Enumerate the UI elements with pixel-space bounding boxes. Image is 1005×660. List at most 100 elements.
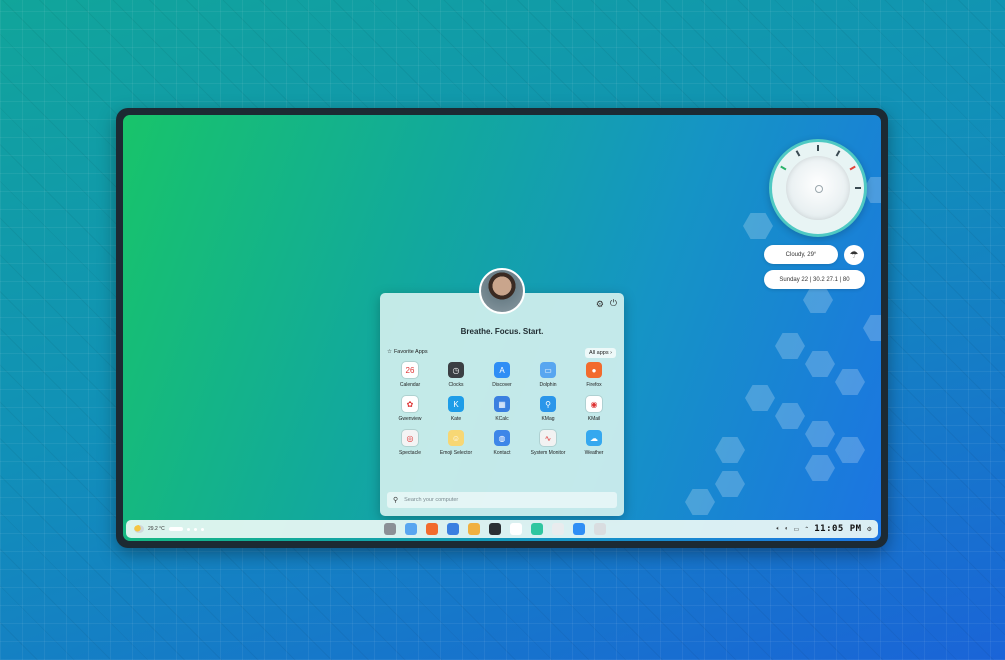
power-icon[interactable]: ⏻	[610, 298, 617, 309]
app-label: Clocks	[448, 382, 464, 388]
hex-decoration	[745, 385, 775, 411]
app-system-monitor[interactable]: ∿ System Monitor	[525, 430, 571, 456]
app-kontact[interactable]: ◍ Kontact	[479, 430, 525, 456]
app-firefox[interactable]: ● Firefox	[571, 362, 617, 388]
kcalc-icon: ▦	[494, 396, 510, 412]
weather-pill[interactable]: Cloudy, 29°	[764, 245, 838, 264]
user-avatar[interactable]	[479, 268, 525, 314]
taskbar-apps	[384, 520, 606, 538]
app-label: Firefox	[586, 382, 602, 388]
clock-tick	[835, 150, 841, 157]
clock-tick	[780, 165, 787, 171]
desktop: Cloudy, 29° ☂ Sunday 22 | 30.2 27.1 | 80…	[123, 115, 881, 541]
clock-icon: ◷	[448, 362, 464, 378]
app-clocks[interactable]: ◷ Clocks	[433, 362, 479, 388]
folder-icon: ▭	[540, 362, 556, 378]
favorite-apps-label: Favorite Apps	[393, 349, 428, 355]
app-label: Calendar	[399, 382, 421, 388]
hex-decoration	[805, 455, 835, 481]
clock-tick	[795, 150, 801, 157]
app-label: Kate	[450, 416, 462, 422]
favorite-apps-header: ☆ Favorite Apps	[387, 349, 428, 355]
app-dolphin[interactable]: ▭ Dolphin	[525, 362, 571, 388]
hex-decoration	[743, 213, 773, 239]
gwenview-icon[interactable]	[468, 523, 480, 535]
all-apps-button[interactable]: All apps ›	[585, 348, 616, 358]
battery-icon[interactable]: ▭	[794, 526, 800, 533]
app-label: Gwenview	[398, 416, 422, 422]
firefox-icon[interactable]	[426, 523, 438, 535]
hex-decoration	[805, 421, 835, 447]
taskbar-clock[interactable]: 11:05 PM	[814, 524, 861, 534]
system-tray: 🔈︎ ◐ ▭ ⌃ 11:05 PM ⚙	[776, 520, 872, 538]
settings-app-icon[interactable]	[594, 523, 606, 535]
power-settings-icon[interactable]: ⚙	[867, 526, 872, 533]
app-kmail[interactable]: ◉ KMail	[571, 396, 617, 422]
chevron-up-icon[interactable]: ⌃	[804, 526, 809, 533]
weather-toggle-icon[interactable]: ☂	[844, 245, 864, 265]
terminal-icon[interactable]	[489, 523, 501, 535]
user-group-icon[interactable]	[384, 523, 396, 535]
clock-tick	[855, 187, 861, 189]
clock-center	[815, 185, 823, 193]
kmag-icon: ⚲	[540, 396, 556, 412]
system-monitor-icon: ∿	[540, 430, 556, 446]
search-field[interactable]: ⚲ Search your computer	[387, 492, 617, 508]
app-spectacle[interactable]: ◎ Spectacle	[387, 430, 433, 456]
favorite-apps-grid: 26 Calendar ◷ Clocks A Discover ▭ Dolphin ● Firef…	[387, 362, 617, 456]
folder-icon[interactable]	[405, 523, 417, 535]
all-apps-label: All apps	[589, 350, 609, 356]
music-icon[interactable]	[531, 523, 543, 535]
workspace-indicator-active[interactable]	[168, 527, 183, 531]
app-label: Discover	[492, 382, 512, 388]
chevron-right-icon: ›	[610, 350, 612, 356]
app-label: Emoji Selector	[439, 450, 473, 456]
app-gwenview[interactable]: ✿ Gwenview	[387, 396, 433, 422]
taskbar-temperature[interactable]: 29.2 °C	[148, 526, 165, 532]
workspace-indicator[interactable]	[193, 527, 197, 531]
volume-icon[interactable]: 🔈︎	[776, 526, 780, 533]
app-label: KMail	[587, 416, 601, 422]
app-label: System Monitor	[530, 450, 566, 456]
taskbar-left: 29.2 °C	[134, 520, 204, 538]
firefox-icon: ●	[586, 362, 602, 378]
app-kmag[interactable]: ⚲ KMag	[525, 396, 571, 422]
settings-gear-icon[interactable]: ⚙	[596, 299, 604, 310]
notes-icon[interactable]	[552, 523, 564, 535]
network-icon[interactable]: ◐	[785, 526, 789, 532]
workspace-indicator[interactable]	[186, 527, 190, 531]
clock-tick	[849, 165, 856, 171]
app-emoji-selector[interactable]: ☺ Emoji Selector	[433, 430, 479, 456]
kate-icon: K	[448, 396, 464, 412]
app-weather[interactable]: ☁ Weather	[571, 430, 617, 456]
app-discover[interactable]: A Discover	[479, 362, 525, 388]
monitor-frame: Cloudy, 29° ☂ Sunday 22 | 30.2 27.1 | 80…	[116, 108, 888, 548]
hex-decoration	[805, 351, 835, 377]
application-launcher: ⚙ ⏻ Breathe. Focus. Start. ☆ Favorite Ap…	[380, 293, 624, 516]
hex-decoration	[803, 287, 833, 313]
spectacle-icon: ◎	[402, 430, 418, 446]
kmail-icon: ◉	[586, 396, 602, 412]
app-calendar[interactable]: 26 Calendar	[387, 362, 433, 388]
kcalc-icon[interactable]	[447, 523, 459, 535]
hex-decoration	[685, 489, 715, 515]
calendar-icon[interactable]	[510, 523, 522, 535]
hex-decoration	[835, 437, 865, 463]
search-placeholder: Search your computer	[404, 497, 459, 503]
emoji-icon: ☺	[448, 430, 464, 446]
analog-clock-widget[interactable]	[769, 139, 867, 237]
hex-decoration	[775, 403, 805, 429]
discover-icon: A	[494, 362, 510, 378]
weather-sun-cloud-icon[interactable]	[134, 525, 144, 533]
date-pill[interactable]: Sunday 22 | 30.2 27.1 | 80	[764, 270, 865, 289]
hex-decoration	[715, 471, 745, 497]
discover-icon[interactable]	[573, 523, 585, 535]
kontact-icon: ◍	[494, 430, 510, 446]
app-kate[interactable]: K Kate	[433, 396, 479, 422]
app-label: KMag	[541, 416, 555, 422]
weather-icon: ☁	[586, 430, 602, 446]
app-kcalc[interactable]: ▦ KCalc	[479, 396, 525, 422]
workspace-indicator[interactable]	[200, 527, 204, 531]
hex-decoration	[715, 437, 745, 463]
app-label: Dolphin	[539, 382, 557, 388]
